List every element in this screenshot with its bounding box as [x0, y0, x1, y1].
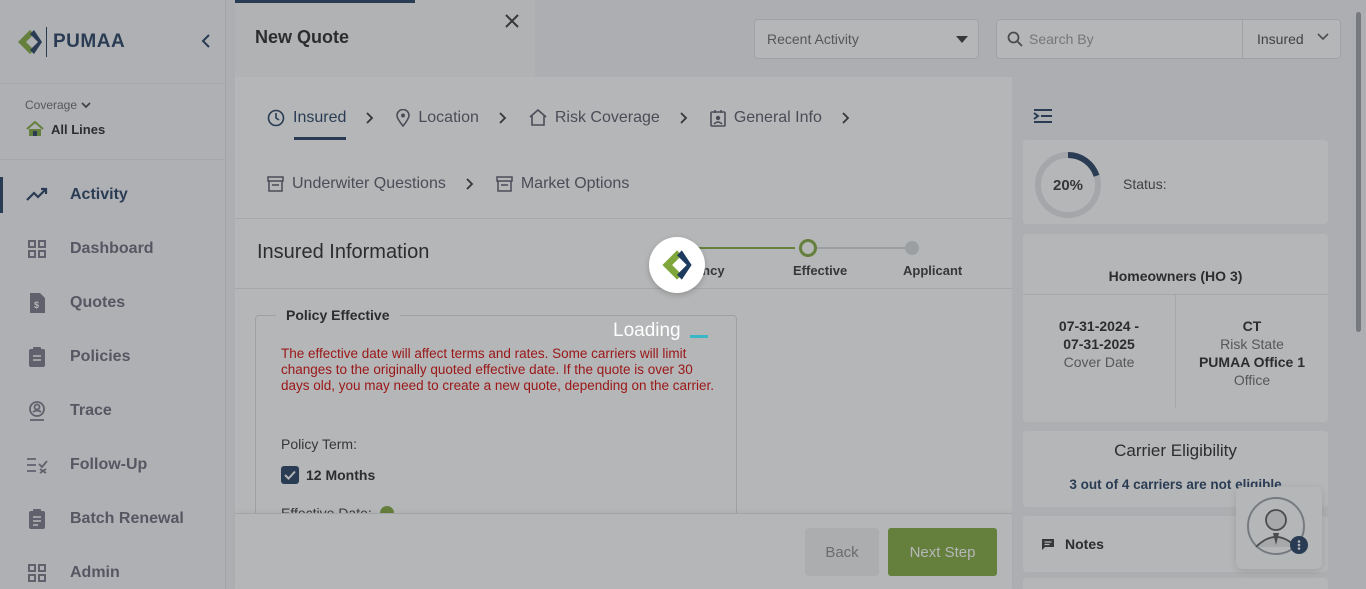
loading-overlay	[0, 0, 1366, 589]
loading-progress-bar	[690, 335, 708, 338]
loading-logo-icon	[649, 237, 705, 293]
loading-text: Loading	[613, 320, 681, 341]
